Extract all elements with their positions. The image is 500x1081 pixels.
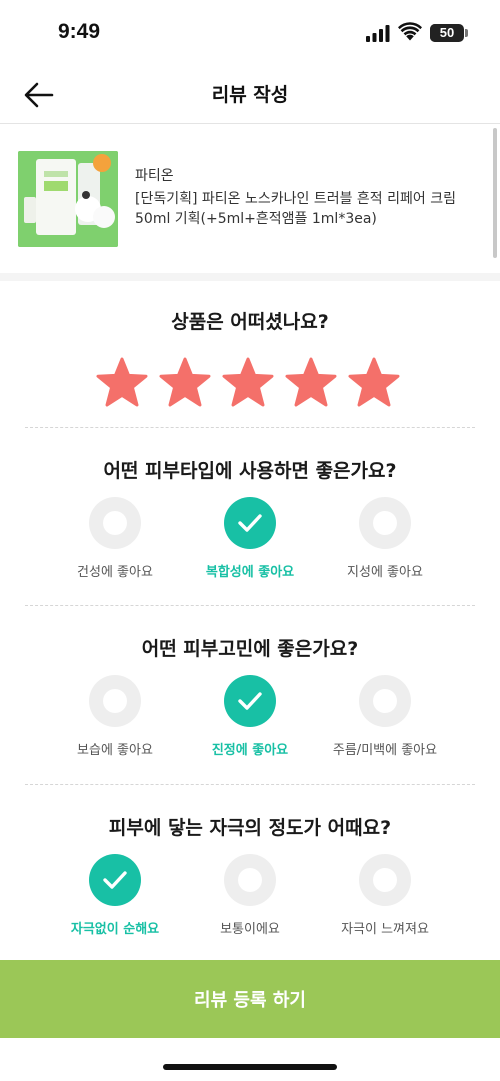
skin-concern-question: 어떤 피부고민에 좋은가요? (141, 638, 359, 660)
option-label: 보습에 좋아요 (77, 743, 153, 758)
header: 리뷰 작성 (0, 66, 500, 124)
check-icon (238, 692, 262, 710)
check-icon (103, 871, 127, 889)
star-icon[interactable] (96, 357, 148, 409)
check-circle-icon (89, 854, 141, 906)
dashed-divider (25, 427, 475, 428)
skin-type-option[interactable]: 복합성에 좋아요 (180, 497, 320, 580)
status-time: 9:49 (58, 20, 101, 43)
irritation-option[interactable]: 보통이에요 (180, 854, 320, 937)
submit-review-label: 리뷰 등록 하기 (194, 990, 306, 1011)
skin-type-option[interactable]: 지성에 좋아요 (315, 497, 455, 580)
battery-icon: 50 (430, 24, 464, 42)
option-label: 복합성에 좋아요 (205, 565, 295, 580)
irritation-option[interactable]: 자극없이 순해요 (45, 854, 185, 937)
skin-concern-option[interactable]: 주름/미백에 좋아요 (315, 675, 455, 758)
check-icon (238, 514, 262, 532)
product-name: [단독기획] 파티온 노스카나인 트러블 흔적 리페어 크림 50ml 기획(+… (135, 191, 456, 227)
check-circle-icon (224, 675, 276, 727)
wifi-icon (398, 22, 422, 41)
skin-type-question: 어떤 피부타입에 사용하면 좋은가요? (103, 460, 397, 482)
dashed-divider (25, 605, 475, 606)
rating-question: 상품은 어떠셨나요? (171, 311, 329, 333)
option-label: 자극이 느껴져요 (341, 922, 429, 937)
star-icon[interactable] (285, 357, 337, 409)
dashed-divider (25, 784, 475, 785)
irritation-option[interactable]: 자극이 느껴져요 (315, 854, 455, 937)
battery-cap (465, 29, 468, 37)
radio-circle-icon (359, 854, 411, 906)
option-label: 진정에 좋아요 (211, 743, 289, 758)
option-label: 보통이에요 (220, 922, 280, 937)
product-brand: 파티온 (135, 168, 174, 184)
irritation-question: 피부에 닿는 자극의 정도가 어때요? (108, 817, 392, 839)
review-write-screen: 9:49 50 리뷰 작성 파티온 [단독기획] 파티온 노스카나인 트러블 흔… (0, 0, 500, 1081)
battery-percent: 50 (439, 25, 455, 40)
star-icon[interactable] (159, 357, 211, 409)
status-bar: 9:49 50 (0, 0, 500, 66)
section-divider (0, 273, 500, 281)
radio-circle-icon (89, 497, 141, 549)
skin-type-option[interactable]: 건성에 좋아요 (45, 497, 185, 580)
radio-circle-icon (89, 675, 141, 727)
option-label: 지성에 좋아요 (347, 565, 423, 580)
skin-concern-option[interactable]: 보습에 좋아요 (45, 675, 185, 758)
option-label: 주름/미백에 좋아요 (332, 743, 438, 758)
skin-concern-option[interactable]: 진정에 좋아요 (180, 675, 320, 758)
option-label: 건성에 좋아요 (77, 565, 153, 580)
scrollbar[interactable] (493, 128, 497, 258)
star-rating (96, 357, 400, 409)
star-icon[interactable] (222, 357, 274, 409)
submit-review-button[interactable]: 리뷰 등록 하기 (0, 960, 500, 1038)
cellular-signal-icon (366, 25, 390, 42)
option-label: 자극없이 순해요 (70, 922, 160, 937)
home-indicator (163, 1064, 337, 1070)
page-title: 리뷰 작성 (211, 84, 289, 106)
radio-circle-icon (224, 854, 276, 906)
product-image (18, 151, 118, 247)
radio-circle-icon (359, 497, 411, 549)
check-circle-icon (224, 497, 276, 549)
product-info: 파티온 [단독기획] 파티온 노스카나인 트러블 흔적 리페어 크림 50ml … (0, 125, 500, 273)
radio-circle-icon (359, 675, 411, 727)
star-icon[interactable] (348, 357, 400, 409)
